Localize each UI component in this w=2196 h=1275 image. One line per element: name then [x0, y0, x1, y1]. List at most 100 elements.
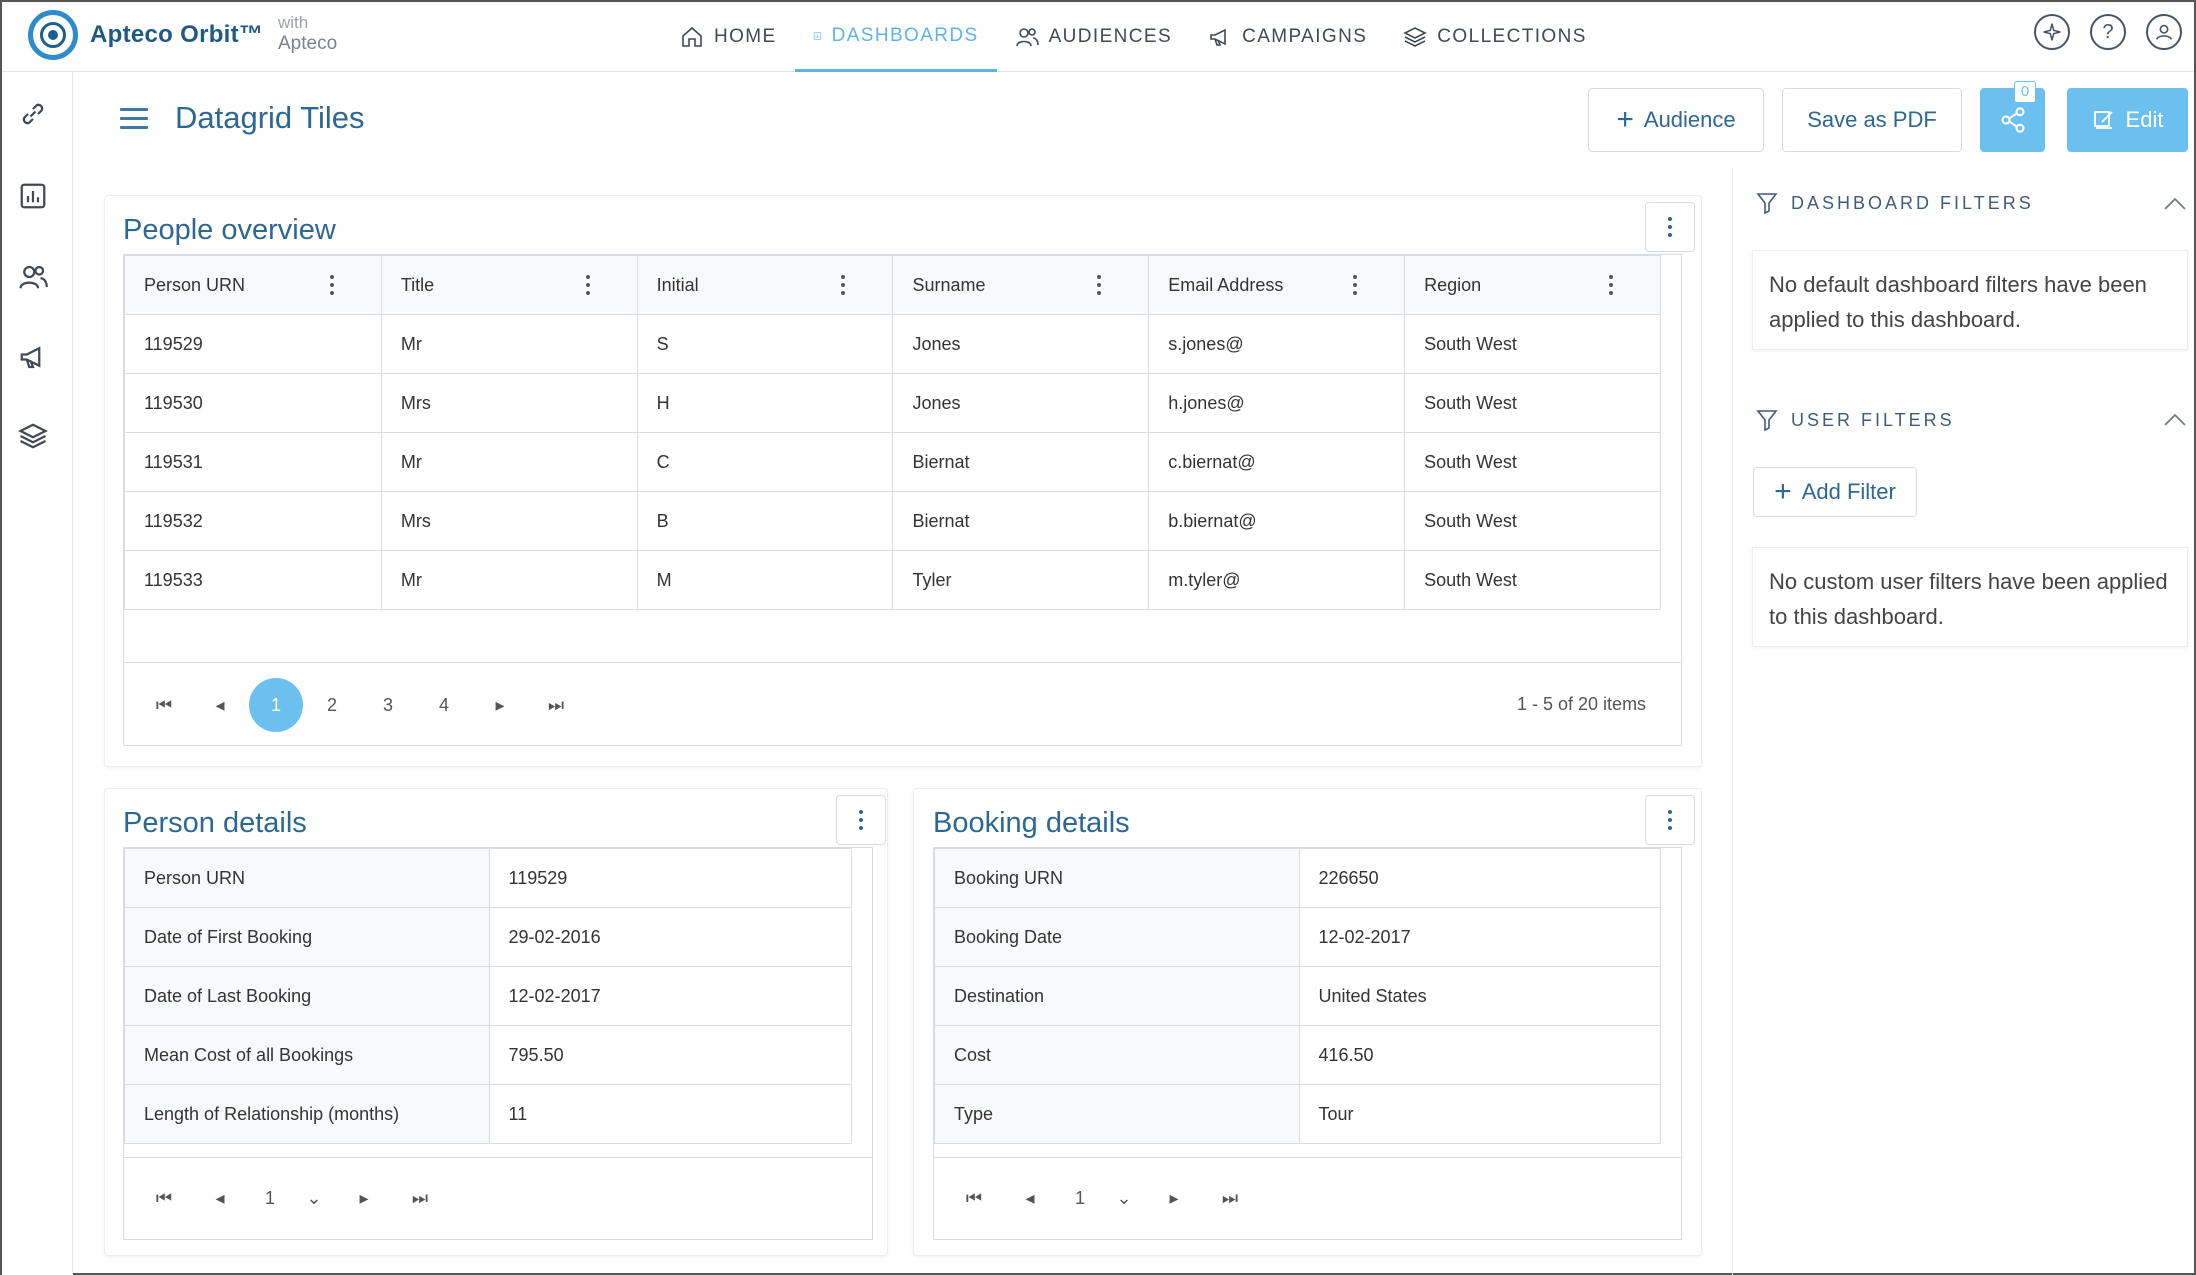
nav-audiences[interactable]: AUDIENCES [997, 2, 1190, 72]
people-overview-title: People overview [123, 214, 336, 246]
cell: h.jones@ [1148, 373, 1406, 433]
prev-page-icon[interactable]: ◂ [192, 1188, 248, 1209]
cell: H [636, 373, 894, 433]
collapse-chevron-up-icon[interactable] [2164, 198, 2186, 210]
people-overview-table: Person URN Title Initial Surname Email A… [124, 255, 1661, 610]
link-icon[interactable] [16, 97, 50, 131]
next-page-icon[interactable]: ▸ [1146, 1188, 1202, 1209]
column-label: Initial [656, 274, 699, 295]
add-filter-button[interactable]: + Add Filter [1753, 467, 1917, 517]
prev-page-icon[interactable]: ◂ [192, 695, 248, 716]
first-page-icon[interactable]: ⏮ [136, 1188, 192, 1209]
share-button[interactable]: 0 [1980, 81, 2045, 152]
table-row[interactable]: 119531 Mr C Biernat c.biernat@ South West [124, 432, 1661, 492]
field-value: 29-02-2016 [488, 907, 853, 967]
dashboard-filters-message: No default dashboard filters have been a… [1752, 250, 2188, 350]
compass-icon[interactable] [2034, 14, 2070, 50]
page-1-button[interactable]: 1 [249, 678, 303, 732]
page-title: Datagrid Tiles [175, 100, 365, 135]
page-dropdown-chevron-icon[interactable]: ⌄ [1102, 1188, 1146, 1209]
last-page-icon[interactable]: ⏭ [1202, 1188, 1258, 1209]
table-row[interactable]: Date of First Booking 29-02-2016 [124, 907, 853, 967]
brand-name: Apteco Orbit™ [90, 21, 264, 48]
app-frame: Apteco Orbit™ with Apteco HOME DASHBOARD… [0, 0, 2196, 1275]
table-row[interactable]: Booking URN 226650 [934, 848, 1662, 908]
column-menu-icon[interactable] [328, 273, 335, 297]
layers-icon[interactable] [16, 419, 50, 453]
first-page-icon[interactable]: ⏮ [136, 695, 192, 716]
table-row[interactable]: 119533 Mr M Tyler m.tyler@ South West [124, 550, 1661, 610]
save-as-pdf-label: Save as PDF [1807, 107, 1937, 132]
field-label: Booking Date [934, 907, 1300, 967]
field-label: Person URN [124, 848, 490, 908]
next-page-icon[interactable]: ▸ [472, 695, 528, 716]
dashboard-filters-header[interactable]: DASHBOARD FILTERS [1755, 191, 2034, 215]
add-audience-button[interactable]: + Audience [1588, 88, 1764, 152]
column-header[interactable]: Person URN [124, 255, 382, 315]
field-value: 416.50 [1298, 1025, 1662, 1085]
booking-details-menu-icon[interactable] [1645, 795, 1695, 845]
field-value: 795.50 [488, 1025, 853, 1085]
chart-icon[interactable] [16, 179, 50, 213]
column-menu-icon[interactable] [1608, 273, 1614, 297]
table-row[interactable]: Person URN 119529 [124, 848, 853, 908]
field-label: Cost [934, 1025, 1300, 1085]
filters-divider [1732, 167, 1733, 1275]
first-page-icon[interactable]: ⏮ [946, 1188, 1002, 1209]
field-value: 226650 [1298, 848, 1662, 908]
table-row[interactable]: 119532 Mrs B Biernat b.biernat@ South West [124, 491, 1661, 551]
user-icon[interactable] [2146, 14, 2182, 50]
table-row[interactable]: Cost 416.50 [934, 1025, 1662, 1085]
column-header[interactable]: Initial [636, 255, 894, 315]
table-row[interactable]: Destination United States [934, 966, 1662, 1026]
nav-collections-label: COLLECTIONS [1437, 26, 1587, 47]
people-overview-menu-icon[interactable] [1645, 202, 1695, 252]
cell: 119533 [124, 550, 382, 610]
people-icon[interactable] [16, 260, 50, 294]
field-value: United States [1298, 966, 1662, 1026]
save-as-pdf-button[interactable]: Save as PDF [1782, 88, 1962, 152]
table-row[interactable]: Type Tour [934, 1084, 1662, 1144]
column-header[interactable]: Surname [892, 255, 1150, 315]
column-menu-icon[interactable] [1096, 273, 1103, 297]
person-details-title: Person details [123, 807, 307, 839]
cell: Jones [892, 373, 1150, 433]
prev-page-icon[interactable]: ◂ [1002, 1188, 1058, 1209]
next-page-icon[interactable]: ▸ [336, 1188, 392, 1209]
table-row[interactable]: Date of Last Booking 12-02-2017 [124, 966, 853, 1026]
last-page-icon[interactable]: ⏭ [528, 695, 584, 716]
column-menu-icon[interactable] [584, 273, 591, 297]
column-menu-icon[interactable] [840, 273, 847, 297]
column-label: Email Address [1168, 274, 1284, 295]
field-value: 12-02-2017 [1298, 907, 1662, 967]
nav-dashboards[interactable]: DASHBOARDS [794, 2, 997, 72]
last-page-icon[interactable]: ⏭ [392, 1188, 448, 1209]
booking-details-title: Booking details [933, 807, 1130, 839]
page-2-button[interactable]: 2 [304, 695, 360, 716]
person-details-menu-icon[interactable] [836, 795, 886, 845]
edit-button[interactable]: Edit [2067, 88, 2188, 152]
table-row[interactable]: Length of Relationship (months) 11 [124, 1084, 853, 1144]
column-header[interactable]: Title [380, 255, 638, 315]
table-row[interactable]: 119529 Mr S Jones s.jones@ South West [124, 314, 1661, 374]
table-row[interactable]: Booking Date 12-02-2017 [934, 907, 1662, 967]
help-icon[interactable]: ? [2090, 14, 2126, 50]
column-header[interactable]: Region [1404, 255, 1661, 315]
page-3-button[interactable]: 3 [360, 695, 416, 716]
menu-hamburger-icon[interactable] [120, 108, 148, 130]
column-menu-icon[interactable] [1352, 273, 1359, 297]
cell: Mr [380, 550, 638, 610]
nav-campaigns[interactable]: CAMPAIGNS [1190, 2, 1385, 72]
table-row[interactable]: 119530 Mrs H Jones h.jones@ South West [124, 373, 1661, 433]
column-header[interactable]: Email Address [1148, 255, 1406, 315]
cell: 119531 [124, 432, 382, 492]
table-row[interactable]: Mean Cost of all Bookings 795.50 [124, 1025, 853, 1085]
user-filters-header[interactable]: USER FILTERS [1755, 408, 1955, 432]
page-dropdown-chevron-icon[interactable]: ⌄ [292, 1188, 336, 1209]
page-4-button[interactable]: 4 [416, 695, 472, 716]
collapse-chevron-up-icon[interactable] [2164, 414, 2186, 426]
megaphone-icon[interactable] [16, 340, 50, 374]
nav-collections[interactable]: COLLECTIONS [1385, 2, 1605, 72]
nav-home[interactable]: HOME [662, 2, 795, 72]
logo[interactable]: Apteco Orbit™ [28, 10, 263, 60]
